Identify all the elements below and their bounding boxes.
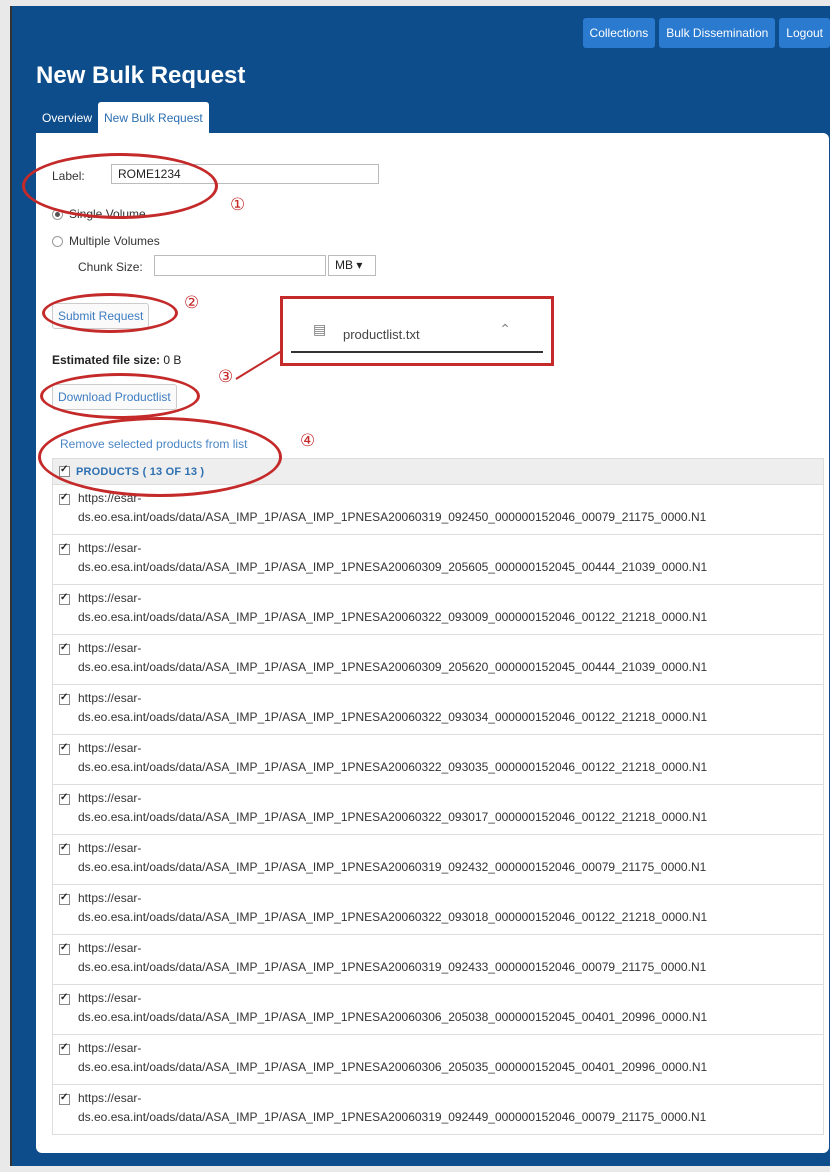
product-checkbox[interactable] [59, 542, 70, 555]
product-url-path: ds.eo.esa.int/oads/data/ASA_IMP_1P/ASA_I… [78, 810, 708, 824]
product-url-path: ds.eo.esa.int/oads/data/ASA_IMP_1P/ASA_I… [78, 710, 708, 724]
product-checkbox[interactable] [59, 492, 70, 505]
estimated-value: 0 B [163, 353, 182, 367]
product-url-path: ds.eo.esa.int/oads/data/ASA_IMP_1P/ASA_I… [78, 660, 708, 674]
product-row: https://esar-ds.eo.esa.int/oads/data/ASA… [53, 1085, 823, 1134]
product-checkbox[interactable] [59, 992, 70, 1005]
tab-new-bulk-request[interactable]: New Bulk Request [98, 102, 209, 134]
product-url-path: ds.eo.esa.int/oads/data/ASA_IMP_1P/ASA_I… [78, 1060, 708, 1074]
multiple-volumes-label: Multiple Volumes [69, 234, 160, 248]
product-url-prefix: https://esar- [78, 791, 142, 805]
chunk-size-input[interactable] [154, 255, 326, 276]
top-nav: Collections Bulk Dissemination Logout [582, 18, 830, 50]
annotation-number-4: ④ [300, 431, 316, 451]
file-icon: ▤ [313, 321, 327, 337]
product-url-path: ds.eo.esa.int/oads/data/ASA_IMP_1P/ASA_I… [78, 510, 707, 524]
tab-overview[interactable]: Overview [36, 102, 98, 134]
product-checkbox[interactable] [59, 892, 70, 905]
product-row: https://esar-ds.eo.esa.int/oads/data/ASA… [53, 735, 823, 785]
product-checkbox[interactable] [59, 1092, 70, 1105]
annotation-ellipse-1 [22, 153, 218, 219]
product-row: https://esar-ds.eo.esa.int/oads/data/ASA… [53, 885, 823, 935]
product-url-prefix: https://esar- [78, 741, 142, 755]
product-url-prefix: https://esar- [78, 941, 142, 955]
product-url-path: ds.eo.esa.int/oads/data/ASA_IMP_1P/ASA_I… [78, 1110, 707, 1124]
product-url-path: ds.eo.esa.int/oads/data/ASA_IMP_1P/ASA_I… [78, 1010, 708, 1024]
product-url-prefix: https://esar- [78, 691, 142, 705]
annotation-ellipse-2 [42, 293, 178, 333]
product-url-path: ds.eo.esa.int/oads/data/ASA_IMP_1P/ASA_I… [78, 760, 708, 774]
chunk-size-label: Chunk Size: [78, 260, 143, 274]
product-url-prefix: https://esar- [78, 891, 142, 905]
page-title: New Bulk Request [36, 62, 246, 89]
product-url-prefix: https://esar- [78, 1091, 142, 1105]
nav-collections[interactable]: Collections [582, 18, 656, 48]
annotation-ellipse-3 [40, 373, 200, 419]
annotation-number-1: ① [230, 195, 246, 215]
product-url-path: ds.eo.esa.int/oads/data/ASA_IMP_1P/ASA_I… [78, 860, 707, 874]
download-progress-bar [291, 351, 543, 353]
product-checkbox[interactable] [59, 792, 70, 805]
product-checkbox[interactable] [59, 842, 70, 855]
product-checkbox[interactable] [59, 1042, 70, 1055]
annotation-ellipse-4 [38, 417, 282, 497]
product-row: https://esar-ds.eo.esa.int/oads/data/ASA… [53, 1035, 823, 1085]
nav-bulk-dissemination[interactable]: Bulk Dissemination [659, 18, 776, 48]
product-checkbox[interactable] [59, 942, 70, 955]
product-row: https://esar-ds.eo.esa.int/oads/data/ASA… [53, 685, 823, 735]
tab-bar: Overview New Bulk Request [36, 102, 209, 134]
chunk-unit-select[interactable]: MB ▾ [328, 255, 376, 276]
product-url-path: ds.eo.esa.int/oads/data/ASA_IMP_1P/ASA_I… [78, 960, 707, 974]
multiple-volumes-option[interactable]: Multiple Volumes [52, 234, 160, 248]
products-rows: https://esar-ds.eo.esa.int/oads/data/ASA… [53, 485, 823, 1134]
products-table: PRODUCTS ( 13 OF 13 ) https://esar-ds.eo… [52, 458, 824, 1135]
app-frame: Collections Bulk Dissemination Logout Ne… [10, 6, 830, 1166]
product-checkbox[interactable] [59, 592, 70, 605]
product-checkbox[interactable] [59, 642, 70, 655]
product-url-prefix: https://esar- [78, 591, 142, 605]
product-url-prefix: https://esar- [78, 991, 142, 1005]
product-row: https://esar-ds.eo.esa.int/oads/data/ASA… [53, 935, 823, 985]
estimated-label: Estimated file size: [52, 353, 161, 367]
product-url-prefix: https://esar- [78, 541, 142, 555]
download-filename[interactable]: productlist.txt [343, 327, 420, 342]
product-row: https://esar-ds.eo.esa.int/oads/data/ASA… [53, 785, 823, 835]
nav-logout[interactable]: Logout [779, 18, 830, 48]
product-checkbox[interactable] [59, 742, 70, 755]
product-row: https://esar-ds.eo.esa.int/oads/data/ASA… [53, 585, 823, 635]
product-url-path: ds.eo.esa.int/oads/data/ASA_IMP_1P/ASA_I… [78, 560, 708, 574]
annotation-number-2: ② [184, 293, 200, 313]
product-url-path: ds.eo.esa.int/oads/data/ASA_IMP_1P/ASA_I… [78, 910, 708, 924]
product-row: https://esar-ds.eo.esa.int/oads/data/ASA… [53, 635, 823, 685]
product-row: https://esar-ds.eo.esa.int/oads/data/ASA… [53, 985, 823, 1035]
product-url-prefix: https://esar- [78, 1041, 142, 1055]
multiple-volumes-radio[interactable] [52, 235, 63, 247]
chevron-up-icon[interactable]: ⌃ [499, 321, 511, 338]
product-url-prefix: https://esar- [78, 841, 142, 855]
product-url-prefix: https://esar- [78, 641, 142, 655]
product-checkbox[interactable] [59, 692, 70, 705]
main-panel: Label: Single Volume Multiple Volumes Ch… [22, 133, 829, 1153]
estimated-file-size: Estimated file size: 0 B [52, 353, 181, 367]
download-popup: ▤ productlist.txt ⌃ [280, 296, 554, 366]
product-url-path: ds.eo.esa.int/oads/data/ASA_IMP_1P/ASA_I… [78, 610, 708, 624]
product-row: https://esar-ds.eo.esa.int/oads/data/ASA… [53, 535, 823, 585]
product-row: https://esar-ds.eo.esa.int/oads/data/ASA… [53, 835, 823, 885]
annotation-number-3: ③ [218, 367, 234, 387]
